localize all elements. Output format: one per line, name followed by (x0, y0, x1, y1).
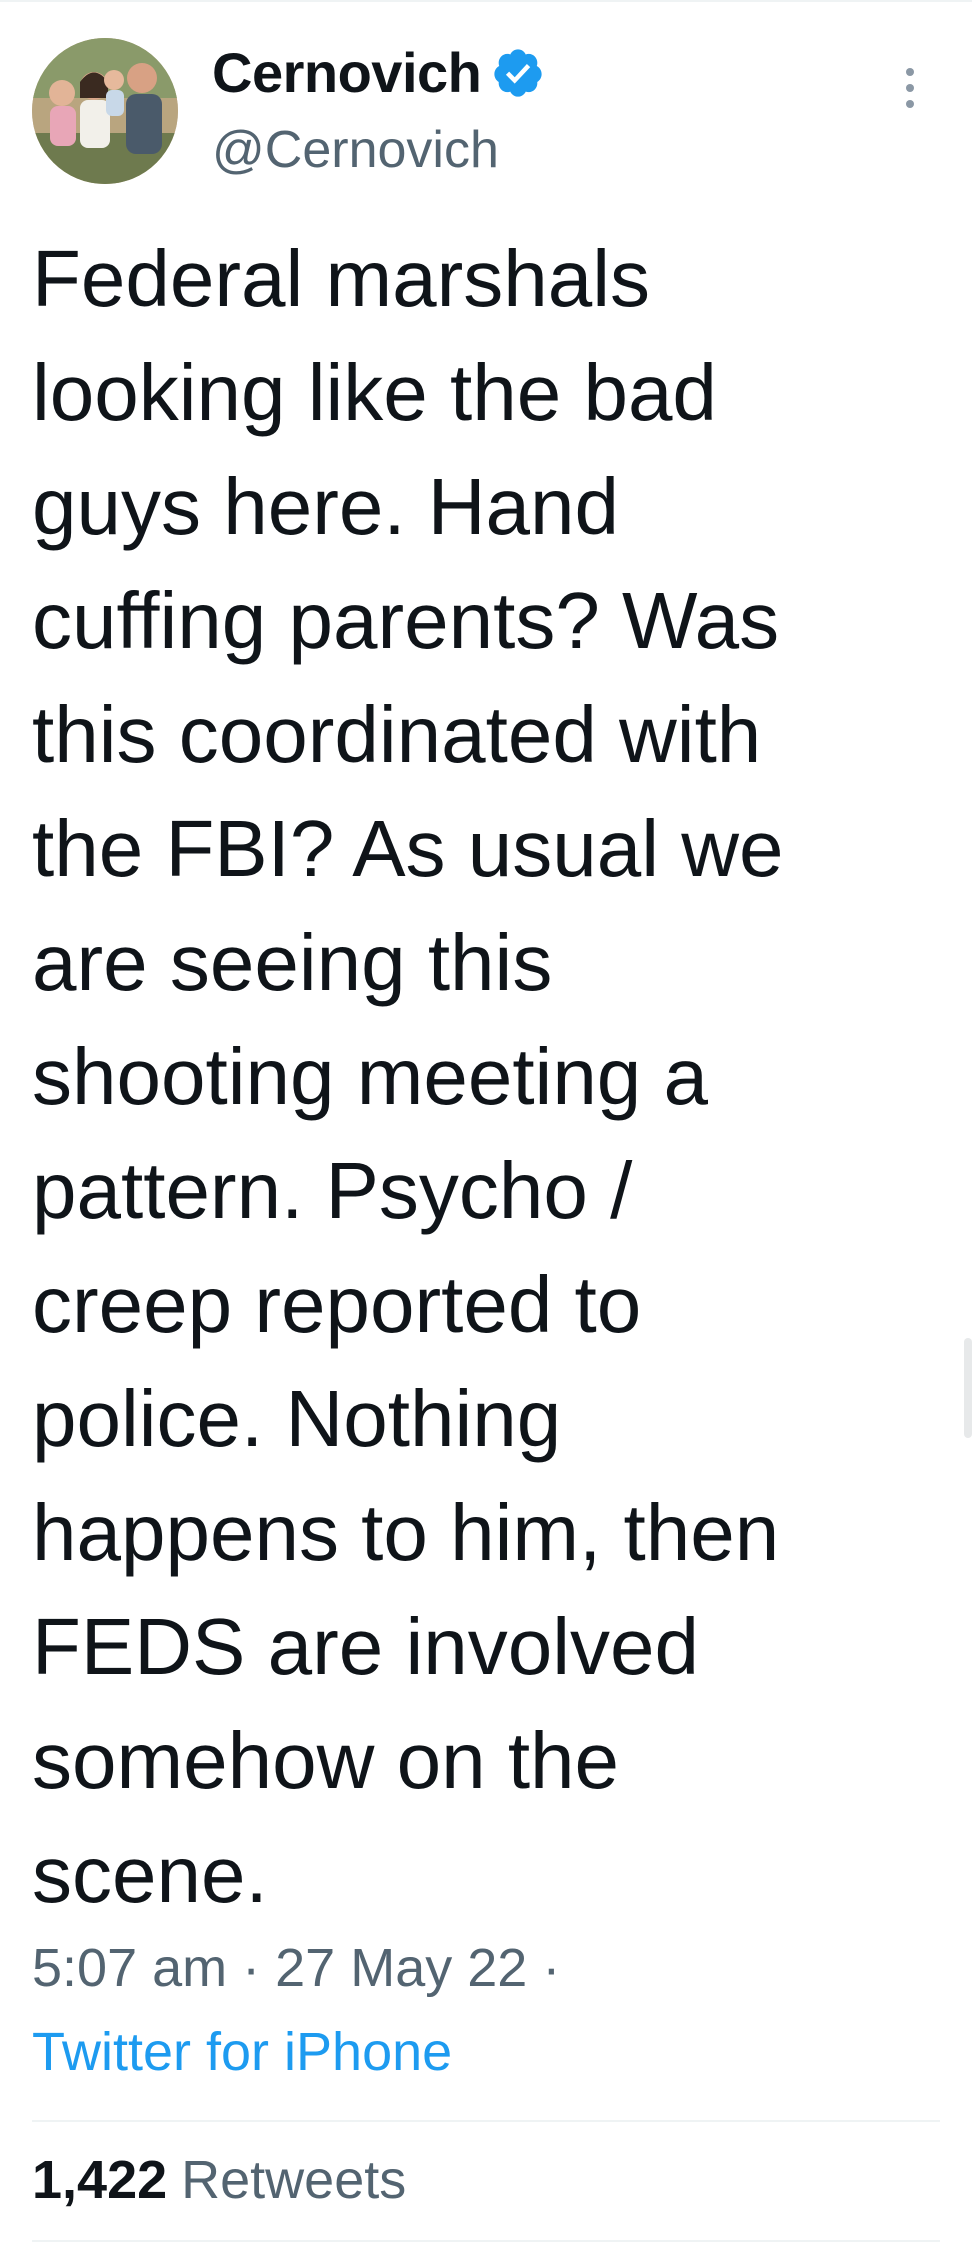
tweet-source-link[interactable]: Twitter for iPhone (32, 2020, 452, 2084)
more-options-icon[interactable] (890, 58, 930, 118)
avatar[interactable] (32, 38, 178, 184)
top-divider (0, 0, 972, 2)
name-row: Cernovich (212, 38, 545, 108)
display-name[interactable]: Cernovich (212, 38, 482, 108)
stats-divider-top (32, 2120, 940, 2122)
retweets-count: 1,422 (32, 2150, 168, 2210)
meta-separator: · (542, 1938, 561, 1998)
meta-separator: · (242, 1938, 261, 1998)
tweet-text: Federal marshals looking like the bad gu… (32, 234, 784, 1919)
scrollbar-thumb[interactable] (964, 1338, 972, 1438)
tweet-date: 27 May 22 (275, 1938, 528, 1998)
tweet-timestamp[interactable]: 5:07 am · 27 May 22 · (32, 1936, 560, 2000)
tweet-time: 5:07 am (32, 1938, 228, 1998)
avatar-photo (32, 38, 178, 184)
tweet-header: Cernovich @Cernovich (32, 38, 940, 188)
user-handle[interactable]: @Cernovich (212, 120, 499, 180)
stats-divider-bottom (32, 2240, 940, 2242)
verified-badge-icon (491, 46, 545, 100)
retweets-label: Retweets (181, 2150, 407, 2210)
retweets-stat[interactable]: 1,422 Retweets (32, 2148, 406, 2212)
